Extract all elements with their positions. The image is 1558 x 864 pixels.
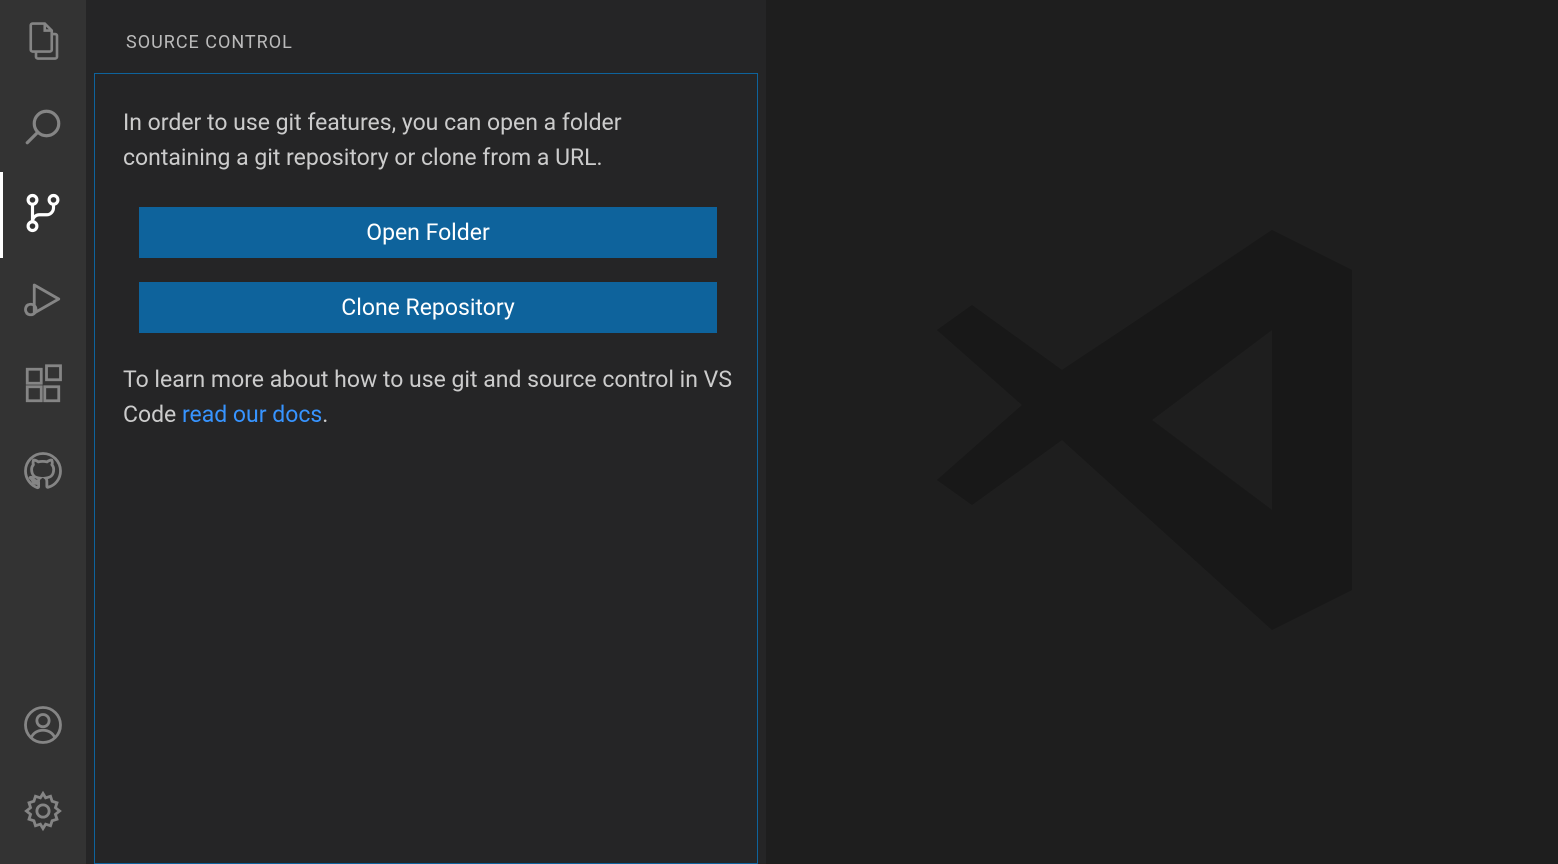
activity-extensions[interactable] [0, 344, 86, 430]
activity-run-debug[interactable] [0, 258, 86, 344]
panel-title: SOURCE CONTROL [86, 20, 766, 73]
open-folder-button[interactable]: Open Folder [139, 207, 717, 258]
panel-content: In order to use git features, you can op… [94, 73, 758, 864]
activity-github[interactable] [0, 430, 86, 516]
extensions-icon [22, 364, 64, 410]
github-icon [22, 450, 64, 496]
activity-source-control[interactable] [0, 172, 86, 258]
search-icon [22, 106, 64, 152]
description-text: In order to use git features, you can op… [123, 106, 733, 175]
account-icon [22, 704, 64, 750]
editor-area [766, 0, 1558, 864]
git-branch-icon [22, 192, 64, 238]
activity-bar [0, 0, 86, 864]
source-control-panel: SOURCE CONTROL In order to use git featu… [86, 0, 766, 864]
clone-repository-button[interactable]: Clone Repository [139, 282, 717, 333]
debug-icon [22, 278, 64, 324]
activity-search[interactable] [0, 86, 86, 172]
activity-explorer[interactable] [0, 0, 86, 86]
activity-accounts[interactable] [0, 684, 86, 770]
activity-settings[interactable] [0, 770, 86, 856]
learn-more-text: To learn more about how to use git and s… [123, 363, 733, 432]
vscode-watermark-icon [912, 180, 1412, 684]
read-docs-link[interactable]: read our docs [182, 401, 322, 428]
files-icon [22, 20, 64, 66]
gear-icon [22, 790, 64, 836]
